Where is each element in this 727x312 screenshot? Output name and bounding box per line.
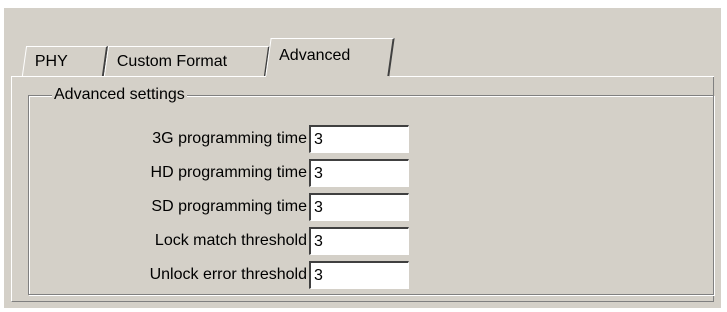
tab-advanced-label: Advanced [279,47,351,64]
tab-custom-format[interactable]: Custom Format [103,46,271,76]
advanced-settings-groupbox: 3G programming time HD programming time … [28,95,714,295]
tab-phy[interactable]: PHY [21,46,109,76]
field-hd-programming-time[interactable] [309,159,409,187]
field-lock-match-threshold[interactable] [309,227,409,255]
groupbox-title: Advanced settings [52,85,187,105]
field-3g-programming-time[interactable] [309,125,409,153]
row-lock-match-threshold: Lock match threshold [29,226,449,256]
row-unlock-error-threshold: Unlock error threshold [29,260,449,290]
label-3g-programming-time: 3G programming time [152,130,307,147]
tab-advanced[interactable]: Advanced [265,38,395,76]
tab-custom-format-label: Custom Format [116,53,228,70]
field-unlock-error-threshold[interactable] [309,261,409,289]
label-sd-programming-time: SD programming time [151,198,307,215]
tab-panel-advanced: 3G programming time HD programming time … [11,77,714,302]
row-3g-programming-time: 3G programming time [29,124,449,154]
label-hd-programming-time: HD programming time [150,164,307,181]
tab-strip: PHY Custom Format Advanced [21,28,424,76]
active-tab-gap [266,76,390,78]
row-sd-programming-time: SD programming time [29,192,449,222]
label-lock-match-threshold: Lock match threshold [154,232,307,249]
row-hd-programming-time: HD programming time [29,158,449,188]
field-sd-programming-time[interactable] [309,193,409,221]
tab-phy-label: PHY [34,53,68,70]
label-unlock-error-threshold: Unlock error threshold [149,266,307,283]
settings-window: PHY Custom Format Advanced 3G programmin… [4,8,721,308]
